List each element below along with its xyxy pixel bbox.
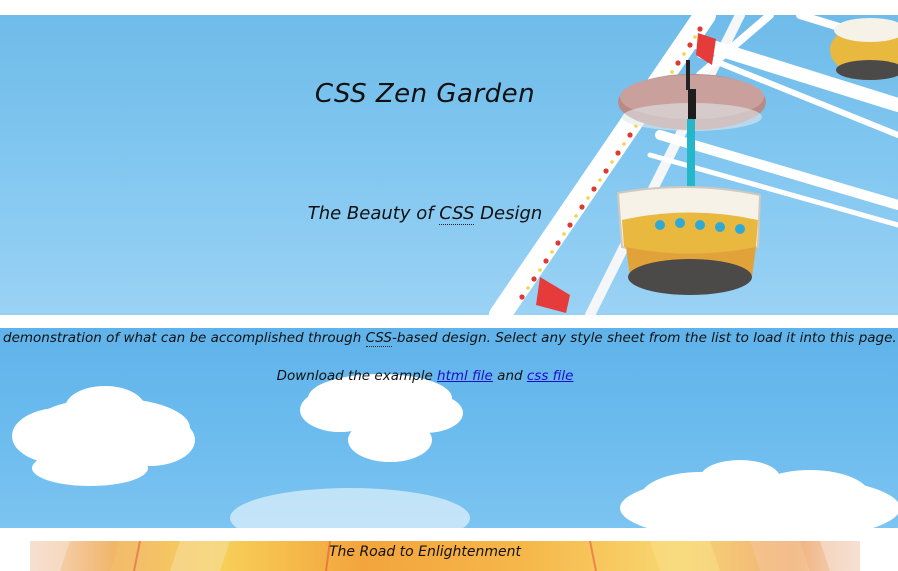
tagline-prefix: The Beauty of bbox=[307, 203, 440, 224]
clouds-illustration bbox=[12, 374, 898, 528]
ferris-wheel-illustration bbox=[489, 15, 898, 315]
html-file-link[interactable]: html file bbox=[437, 368, 493, 384]
summary-prefix: demonstration of what can be accomplishe… bbox=[3, 330, 366, 346]
road-to-enlightenment-heading: The Road to Enlightenment bbox=[328, 544, 522, 560]
summary-suffix: -based design. Select any style sheet fr… bbox=[391, 330, 897, 346]
site-tagline: The Beauty of CSS Design bbox=[0, 203, 850, 225]
road-section: The Road to Enlightenment bbox=[30, 541, 860, 571]
site-title: CSS Zen Garden bbox=[314, 79, 536, 109]
css-abbreviation: CSS bbox=[439, 203, 475, 225]
download-prefix: Download the example bbox=[276, 368, 438, 384]
download-middle: and bbox=[492, 368, 527, 384]
tagline-suffix: Design bbox=[474, 203, 543, 224]
download-line: Download the example html file and css f… bbox=[0, 368, 850, 384]
page-header: CSS Zen Garden The Beauty of CSS Design bbox=[0, 15, 898, 315]
intro-section: demonstration of what can be accomplishe… bbox=[0, 328, 898, 528]
css-file-link[interactable]: css file bbox=[527, 368, 574, 384]
summary-text: demonstration of what can be accomplishe… bbox=[3, 330, 897, 347]
page: CSS Zen Garden The Beauty of CSS Design bbox=[0, 0, 898, 571]
css-abbreviation: CSS bbox=[365, 330, 392, 347]
